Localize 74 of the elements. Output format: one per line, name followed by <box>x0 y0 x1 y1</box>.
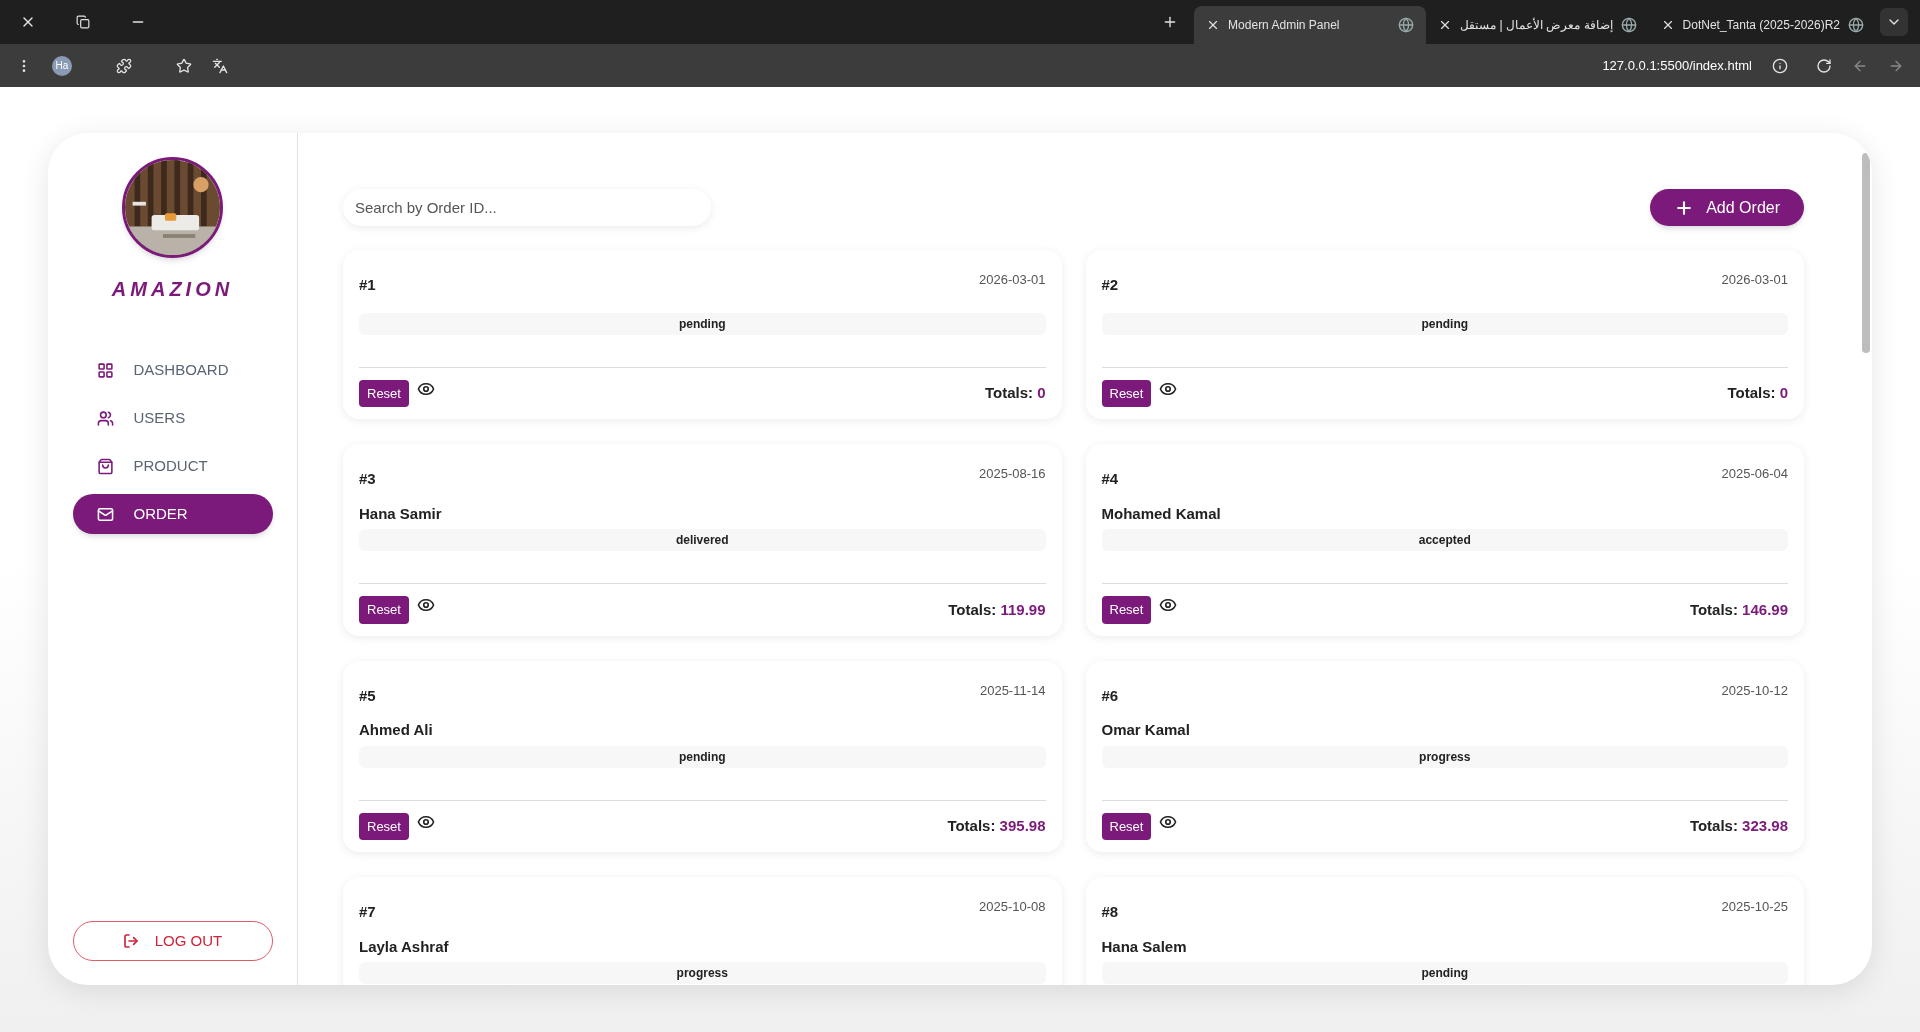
reset-button[interactable]: Reset <box>359 596 409 624</box>
nav-item[interactable]: USERS <box>72 398 273 438</box>
reset-button[interactable]: Reset <box>359 812 409 840</box>
status-bar: accepted <box>1101 529 1788 551</box>
add-order-button[interactable]: Add Order <box>1650 189 1804 226</box>
reset-button[interactable]: Reset <box>1101 596 1152 624</box>
brand-name: AMAZION <box>111 277 234 302</box>
customer-name: Omar Kamal <box>1101 720 1190 740</box>
order-id: #2 <box>1101 275 1119 295</box>
tab-title: DotNet_Tanta (2025-2026)R2 <box>1682 17 1840 34</box>
extensions-icon[interactable] <box>116 57 132 74</box>
search-field[interactable]: Search by Order ID... <box>343 189 711 226</box>
order-total: Totals: 119.99 <box>948 599 1046 620</box>
status-bar: progress <box>359 962 1046 984</box>
order-date: 2025-10-08 <box>979 898 1046 916</box>
reload-icon[interactable] <box>1816 57 1832 74</box>
order-total: Totals: 0 <box>984 383 1046 403</box>
customer-name: Hana Samir <box>359 503 442 524</box>
order-date: 2025-11-14 <box>979 681 1046 700</box>
order-id: #7 <box>359 902 376 922</box>
globe-icon <box>1398 17 1415 33</box>
scrollbar-thumb[interactable] <box>1862 153 1870 353</box>
status-bar: pending <box>359 745 1046 768</box>
order-date: 2026-03-01 <box>1721 271 1788 289</box>
globe-icon <box>1848 17 1864 33</box>
status-bar: pending <box>359 312 1046 335</box>
browser-tab[interactable]: إضافة معرض الأعمال | مستقل <box>1426 6 1649 44</box>
site-info-icon[interactable] <box>1772 57 1788 74</box>
customer-name: Ahmed Ali <box>359 720 433 740</box>
reset-button[interactable]: Reset <box>1101 812 1152 840</box>
tab-title: إضافة معرض الأعمال | مستقل <box>1460 16 1613 34</box>
nav-item[interactable]: ORDER <box>72 494 273 534</box>
order-id: #6 <box>1101 685 1119 706</box>
users-icon <box>96 409 114 427</box>
bag-icon <box>96 457 114 475</box>
status-bar: delivered <box>359 529 1046 551</box>
grid-icon <box>96 361 114 379</box>
reset-button[interactable]: Reset <box>1101 379 1152 407</box>
view-icon[interactable] <box>416 596 435 614</box>
restore-window-icon[interactable] <box>76 15 90 29</box>
globe-icon <box>1620 17 1637 33</box>
order-date: 2025-06-04 <box>1721 465 1788 483</box>
logout-icon <box>122 933 139 949</box>
order-id: #1 <box>359 275 376 295</box>
status-bar: pending <box>1101 312 1788 335</box>
customer-name: Hana Salem <box>1101 936 1187 957</box>
view-icon[interactable] <box>1159 596 1178 614</box>
order-date: 2025-10-25 <box>1721 898 1788 916</box>
order-id: #3 <box>359 469 376 489</box>
order-total: Totals: 146.99 <box>1689 599 1788 620</box>
order-date: 2025-10-12 <box>1721 681 1788 700</box>
order-id: #5 <box>359 685 376 706</box>
reset-button[interactable]: Reset <box>359 379 409 407</box>
browser-tab[interactable]: DotNet_Tanta (2025-2026)R2 <box>1648 6 1876 44</box>
address-text[interactable]: 127.0.0.1:5500/index.html <box>1602 55 1752 76</box>
envelope-icon <box>96 505 114 523</box>
tab-title: Modern Admin Panel <box>1228 17 1341 34</box>
customer-name: Mohamed Kamal <box>1101 503 1221 524</box>
order-total: Totals: 395.98 <box>947 816 1046 836</box>
customer-name: Layla Ashraf <box>359 936 449 957</box>
translate-icon[interactable] <box>212 57 228 74</box>
order-date: 2025-08-16 <box>979 465 1046 483</box>
nav-item[interactable]: PRODUCT <box>72 446 273 486</box>
status-bar: pending <box>1101 962 1788 984</box>
status-bar: progress <box>1101 745 1788 768</box>
order-id: #4 <box>1101 469 1119 489</box>
order-id: #8 <box>1101 902 1119 922</box>
nav-item[interactable]: DASHBOARD <box>72 350 273 390</box>
order-total: Totals: 0 <box>1727 383 1788 403</box>
tab-search-button[interactable] <box>1880 8 1908 36</box>
browser-tab[interactable]: Modern Admin Panel <box>1194 6 1427 44</box>
bookmark-icon[interactable] <box>176 57 192 74</box>
order-date: 2026-03-01 <box>979 271 1046 289</box>
order-total: Totals: 323.98 <box>1689 816 1788 836</box>
